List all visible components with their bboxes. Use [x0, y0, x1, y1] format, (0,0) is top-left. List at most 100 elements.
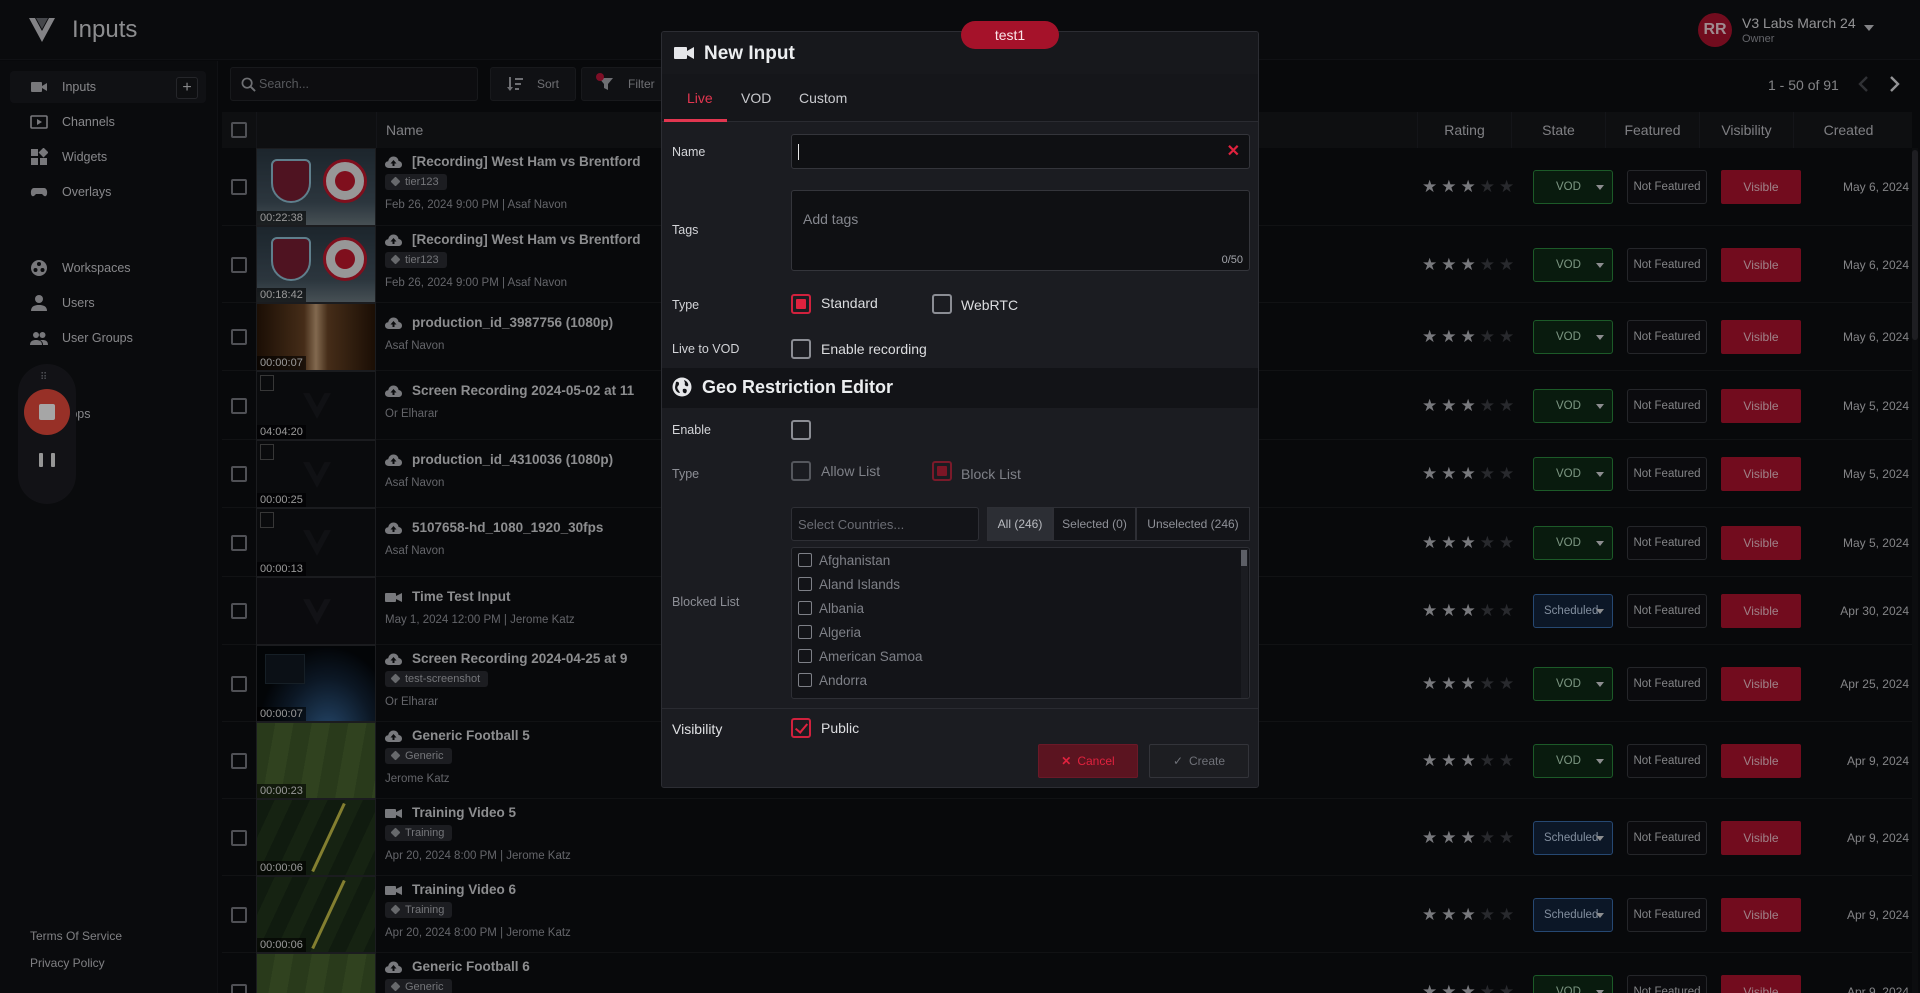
visibility-toggle[interactable]: Visible	[1721, 388, 1801, 423]
rating-star-icon[interactable]: ★	[1422, 534, 1437, 551]
featured-toggle[interactable]: Not Featured	[1627, 974, 1707, 993]
standard-type-label[interactable]: Standard	[821, 295, 878, 311]
name-field[interactable]: ✕	[791, 134, 1250, 169]
rating-star-icon[interactable]: ★	[1441, 829, 1456, 846]
state-select[interactable]: VOD	[1533, 170, 1613, 204]
featured-toggle[interactable]: Not Featured	[1627, 247, 1707, 282]
featured-toggle[interactable]: Not Featured	[1627, 525, 1707, 560]
rating-star-icon[interactable]: ★	[1441, 328, 1456, 345]
rating-star-icon[interactable]: ★	[1422, 602, 1437, 619]
country-checkbox[interactable]	[798, 601, 812, 615]
visibility-column-header[interactable]: Visibility	[1699, 112, 1793, 148]
rating-star-icon[interactable]: ★	[1441, 178, 1456, 195]
input-thumbnail[interactable]: 00:18:42	[256, 226, 376, 303]
rating-star-icon[interactable]: ★	[1480, 465, 1495, 482]
next-page-button[interactable]	[1879, 68, 1911, 100]
rating-star-icon[interactable]: ★	[1480, 829, 1495, 846]
input-thumbnail[interactable]: 00:00:07	[256, 645, 376, 722]
block-list-radio[interactable]	[932, 461, 952, 481]
input-title[interactable]: production_id_3987756 (1080p)	[412, 315, 613, 330]
state-select[interactable]: VOD	[1533, 247, 1613, 282]
prev-page-button[interactable]	[1847, 68, 1879, 100]
rating-star-icon[interactable]: ★	[1441, 906, 1456, 923]
sidebar-item-workspaces[interactable]: Workspaces	[10, 252, 206, 284]
state-select[interactable]: VOD	[1533, 320, 1613, 354]
rating-star-icon[interactable]: ★	[1461, 675, 1476, 692]
rating-star-icon[interactable]: ★	[1422, 752, 1437, 769]
featured-toggle[interactable]: Not Featured	[1627, 320, 1707, 354]
rating-star-icon[interactable]: ★	[1422, 328, 1437, 345]
tag-chip[interactable]: tier123	[385, 252, 447, 268]
brand-logo[interactable]	[28, 16, 56, 44]
rating-star-icon[interactable]: ★	[1441, 397, 1456, 414]
created-column-header[interactable]: Created	[1793, 112, 1903, 148]
sidebar-item-widgets[interactable]: Widgets	[10, 141, 206, 173]
tags-field[interactable]: Add tags 0/50	[791, 190, 1250, 271]
state-select[interactable]: Scheduled	[1533, 820, 1613, 855]
country-checkbox[interactable]	[798, 649, 812, 663]
sidebar-item-inputs[interactable]: Inputs +	[10, 71, 206, 103]
filter-all-countries[interactable]: All (246)	[987, 507, 1053, 541]
row-checkbox[interactable]	[231, 752, 247, 769]
rating-stars[interactable]: ★ ★ ★ ★ ★	[1422, 983, 1514, 993]
rating-stars[interactable]: ★ ★ ★ ★ ★	[1422, 602, 1514, 619]
filter-button[interactable]: Filter	[581, 67, 667, 101]
rating-star-icon[interactable]: ★	[1441, 983, 1456, 993]
rating-stars[interactable]: ★ ★ ★ ★ ★	[1422, 752, 1514, 769]
featured-toggle[interactable]: Not Featured	[1627, 743, 1707, 778]
allow-list-label[interactable]: Allow List	[821, 463, 880, 479]
row-checkbox[interactable]	[231, 179, 247, 195]
rating-stars[interactable]: ★ ★ ★ ★ ★	[1422, 675, 1514, 692]
row-checkbox[interactable]	[231, 534, 247, 551]
featured-toggle[interactable]: Not Featured	[1627, 820, 1707, 855]
rating-star-icon[interactable]: ★	[1461, 983, 1476, 993]
rating-star-icon[interactable]: ★	[1461, 397, 1476, 414]
input-title[interactable]: Training Video 6	[412, 882, 516, 897]
page-scrollbar-thumb[interactable]	[1912, 150, 1918, 340]
state-select[interactable]: VOD	[1533, 525, 1613, 560]
rating-star-icon[interactable]: ★	[1461, 602, 1476, 619]
tag-chip[interactable]: Training	[385, 825, 453, 841]
table-row[interactable]: 00:00:06 Training Video 5 Training Apr 20, …	[222, 799, 1912, 876]
tag-chip[interactable]: Generic	[385, 979, 452, 993]
input-title[interactable]: Time Test Input	[412, 589, 511, 604]
rating-star-icon[interactable]: ★	[1422, 256, 1437, 273]
visibility-toggle[interactable]: Visible	[1721, 457, 1801, 491]
enable-recording-checkbox[interactable]	[791, 339, 811, 359]
rating-star-icon[interactable]: ★	[1480, 328, 1495, 345]
row-checkbox[interactable]	[231, 256, 247, 273]
allow-list-radio[interactable]	[791, 461, 811, 481]
table-row[interactable]: Generic Football 6 Generic ★ ★ ★ ★ ★ VOD Not Fea…	[222, 953, 1912, 993]
visibility-toggle[interactable]: Visible	[1721, 594, 1801, 628]
rating-stars[interactable]: ★ ★ ★ ★ ★	[1422, 829, 1514, 846]
input-title[interactable]: Screen Recording 2024-05-02 at 11	[412, 383, 634, 398]
state-select[interactable]: Scheduled	[1533, 594, 1613, 628]
row-checkbox[interactable]	[231, 329, 247, 345]
input-title[interactable]: Screen Recording 2024-04-25 at 9	[412, 651, 627, 666]
rating-star-icon[interactable]: ★	[1422, 675, 1437, 692]
rating-star-icon[interactable]: ★	[1499, 328, 1514, 345]
webrtc-type-radio[interactable]	[932, 294, 952, 314]
input-thumbnail[interactable]: 00:00:13	[256, 508, 376, 577]
featured-toggle[interactable]: Not Featured	[1627, 170, 1707, 204]
rating-star-icon[interactable]: ★	[1499, 906, 1514, 923]
country-item-afghanistan[interactable]: Afghanistan	[798, 551, 890, 569]
row-checkbox[interactable]	[231, 466, 247, 482]
rating-star-icon[interactable]: ★	[1480, 602, 1495, 619]
input-title[interactable]: [Recording] West Ham vs Brentford	[412, 232, 641, 247]
visibility-toggle[interactable]: Visible	[1721, 170, 1801, 204]
enable-recording-label[interactable]: Enable recording	[821, 341, 927, 357]
rating-star-icon[interactable]: ★	[1499, 752, 1514, 769]
rating-star-icon[interactable]: ★	[1461, 752, 1476, 769]
tag-chip[interactable]: tier123	[385, 174, 447, 190]
state-select[interactable]: VOD	[1533, 666, 1613, 701]
country-item-albania[interactable]: Albania	[798, 599, 864, 617]
tag-chip[interactable]: Training	[385, 902, 453, 918]
input-title[interactable]: 5107658-hd_1080_1920_30fps	[412, 520, 603, 535]
visibility-toggle[interactable]: Visible	[1721, 666, 1801, 701]
rating-column-header[interactable]: Rating	[1417, 112, 1511, 148]
rating-stars[interactable]: ★ ★ ★ ★ ★	[1422, 178, 1514, 195]
input-thumbnail[interactable]: 00:00:06	[256, 876, 376, 953]
input-title[interactable]: [Recording] West Ham vs Brentford	[412, 154, 641, 169]
privacy-policy-link[interactable]: Privacy Policy	[30, 956, 105, 970]
